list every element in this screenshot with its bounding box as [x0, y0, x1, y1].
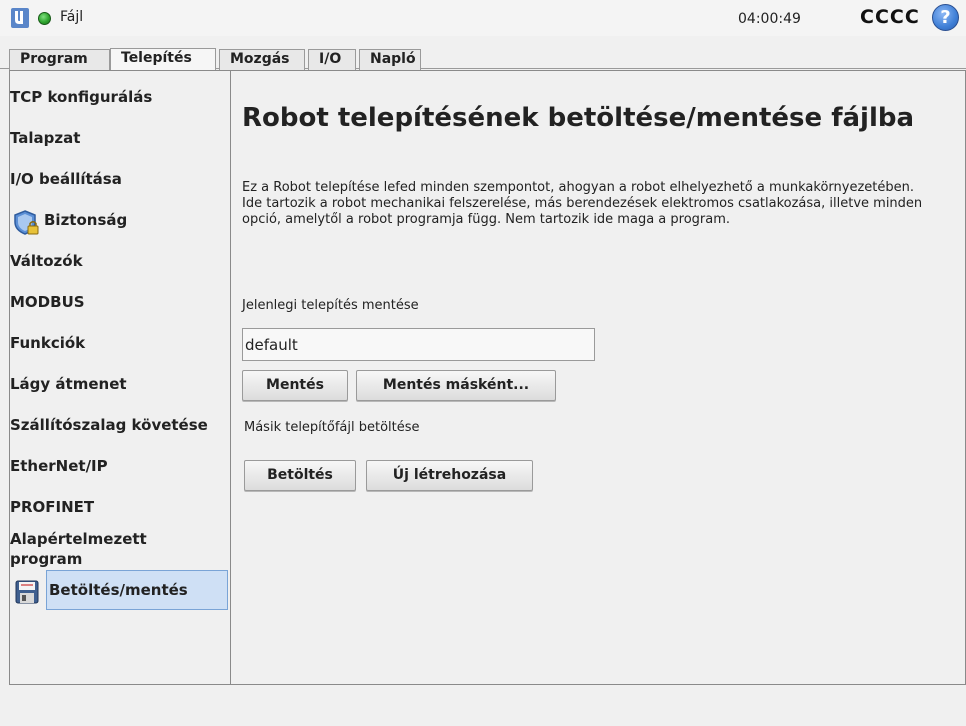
- sidebar-item-betoltes-mentes[interactable]: Betöltés/mentés: [46, 570, 228, 610]
- sidebar-item-talapzat[interactable]: Talapzat: [10, 129, 229, 147]
- robot-name: CCCC: [860, 6, 920, 28]
- sidebar-item-profinet[interactable]: PROFINET: [10, 498, 229, 516]
- sidebar-item-label: Biztonság: [44, 211, 128, 229]
- floppy-disk-icon: [15, 580, 39, 604]
- tab-telepites[interactable]: Telepítés: [110, 48, 216, 70]
- sidebar-item-io-beallitasa[interactable]: I/O beállítása: [10, 170, 229, 188]
- new-button[interactable]: Új létrehozása: [366, 460, 533, 491]
- sidebar-item-valtozok[interactable]: Változók: [10, 252, 229, 270]
- status-ok-icon: [38, 12, 51, 25]
- tab-io[interactable]: I/O: [308, 49, 356, 70]
- file-menu[interactable]: Fájl: [60, 9, 83, 25]
- sidebar-item-alapertelmezett[interactable]: Alapértelmezett program: [10, 529, 190, 569]
- sidebar-item-tcp[interactable]: TCP konfigurálás: [10, 88, 229, 106]
- tab-program[interactable]: Program: [9, 49, 110, 70]
- bottom-strip: [0, 686, 966, 726]
- help-icon[interactable]: ?: [932, 4, 959, 31]
- tab-bar: Program Telepítés Mozgás I/O Napló: [0, 46, 966, 70]
- save-button[interactable]: Mentés: [242, 370, 348, 401]
- tab-naplo[interactable]: Napló: [359, 49, 421, 70]
- sidebar-item-szallitoszalag[interactable]: Szállítószalag követése: [10, 416, 229, 434]
- sidebar-item-biztonsag[interactable]: Biztonság: [10, 206, 229, 238]
- main-panel: TCP konfigurálás Talapzat I/O beállítása…: [9, 70, 966, 685]
- save-section-label: Jelenlegi telepítés mentése: [242, 298, 419, 313]
- ur-logo-icon: [11, 8, 29, 28]
- sidebar-item-modbus[interactable]: MODBUS: [10, 293, 229, 311]
- page-description: Ez a Robot telepítése lefed minden szemp…: [242, 180, 923, 227]
- save-as-button[interactable]: Mentés másként...: [356, 370, 556, 401]
- filename-field[interactable]: [242, 328, 595, 361]
- sidebar-item-ethernet-ip[interactable]: EtherNet/IP: [10, 457, 229, 475]
- load-section-label: Másik telepítőfájl betöltése: [244, 420, 420, 435]
- sidebar-item-funkciok[interactable]: Funkciók: [10, 334, 229, 352]
- sidebar-item-label: Betöltés/mentés: [49, 581, 188, 599]
- clock: 04:00:49: [738, 11, 801, 27]
- shield-lock-icon: [14, 210, 39, 235]
- top-bar: Fájl 04:00:49 CCCC ?: [0, 0, 966, 36]
- load-button[interactable]: Betöltés: [244, 460, 356, 491]
- page-title: Robot telepítésének betöltése/mentése fá…: [242, 103, 915, 133]
- tab-mozgas[interactable]: Mozgás: [219, 49, 305, 70]
- content-area: Robot telepítésének betöltése/mentése fá…: [231, 71, 965, 684]
- sidebar: TCP konfigurálás Talapzat I/O beállítása…: [10, 71, 231, 684]
- sidebar-item-lagy-atmenet[interactable]: Lágy átmenet: [10, 375, 229, 393]
